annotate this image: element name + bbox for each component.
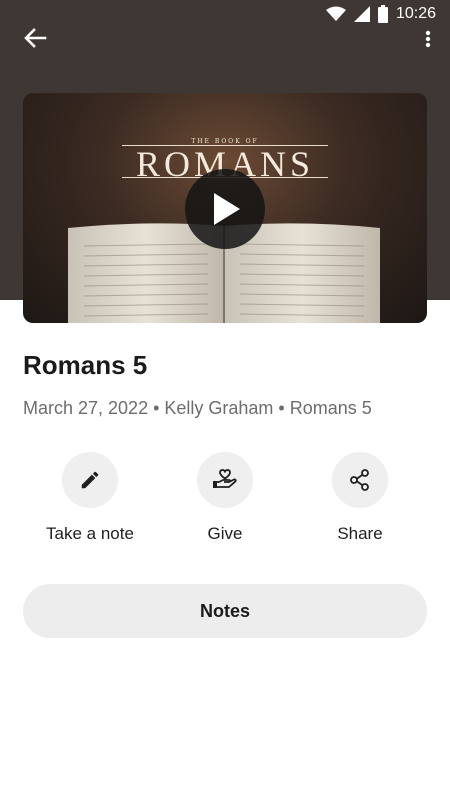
share-icon bbox=[350, 469, 369, 491]
wifi-icon bbox=[325, 6, 346, 21]
notes-button[interactable]: Notes bbox=[23, 584, 427, 638]
share-button[interactable]: Share bbox=[295, 452, 425, 544]
give-button[interactable]: Give bbox=[160, 452, 290, 544]
message-meta: March 27, 2022 • Kelly Graham • Romans 5 bbox=[23, 398, 372, 418]
arrow-back-icon bbox=[24, 28, 47, 48]
app-bar bbox=[0, 22, 450, 52]
give-circle bbox=[197, 452, 253, 508]
status-time: 10:26 bbox=[395, 5, 436, 22]
more-options-button[interactable] bbox=[420, 26, 436, 50]
play-button[interactable] bbox=[185, 169, 265, 249]
signal-icon bbox=[353, 6, 370, 22]
more-vert-icon bbox=[425, 30, 431, 48]
take-note-button[interactable]: Take a note bbox=[25, 452, 155, 544]
back-button[interactable] bbox=[21, 24, 49, 52]
play-icon bbox=[214, 193, 240, 225]
pencil-icon bbox=[81, 471, 99, 489]
battery-icon bbox=[377, 5, 388, 23]
share-label: Share bbox=[337, 524, 383, 543]
heart-hand-icon bbox=[213, 469, 237, 488]
take-note-label: Take a note bbox=[46, 524, 134, 543]
action-row: Take a note Give Share bbox=[0, 452, 450, 552]
message-title: Romans 5 bbox=[23, 350, 148, 380]
take-note-circle bbox=[62, 452, 118, 508]
give-label: Give bbox=[207, 524, 243, 543]
video-player[interactable]: THE BOOK OF ROMANS bbox=[23, 93, 427, 323]
share-circle bbox=[332, 452, 388, 508]
